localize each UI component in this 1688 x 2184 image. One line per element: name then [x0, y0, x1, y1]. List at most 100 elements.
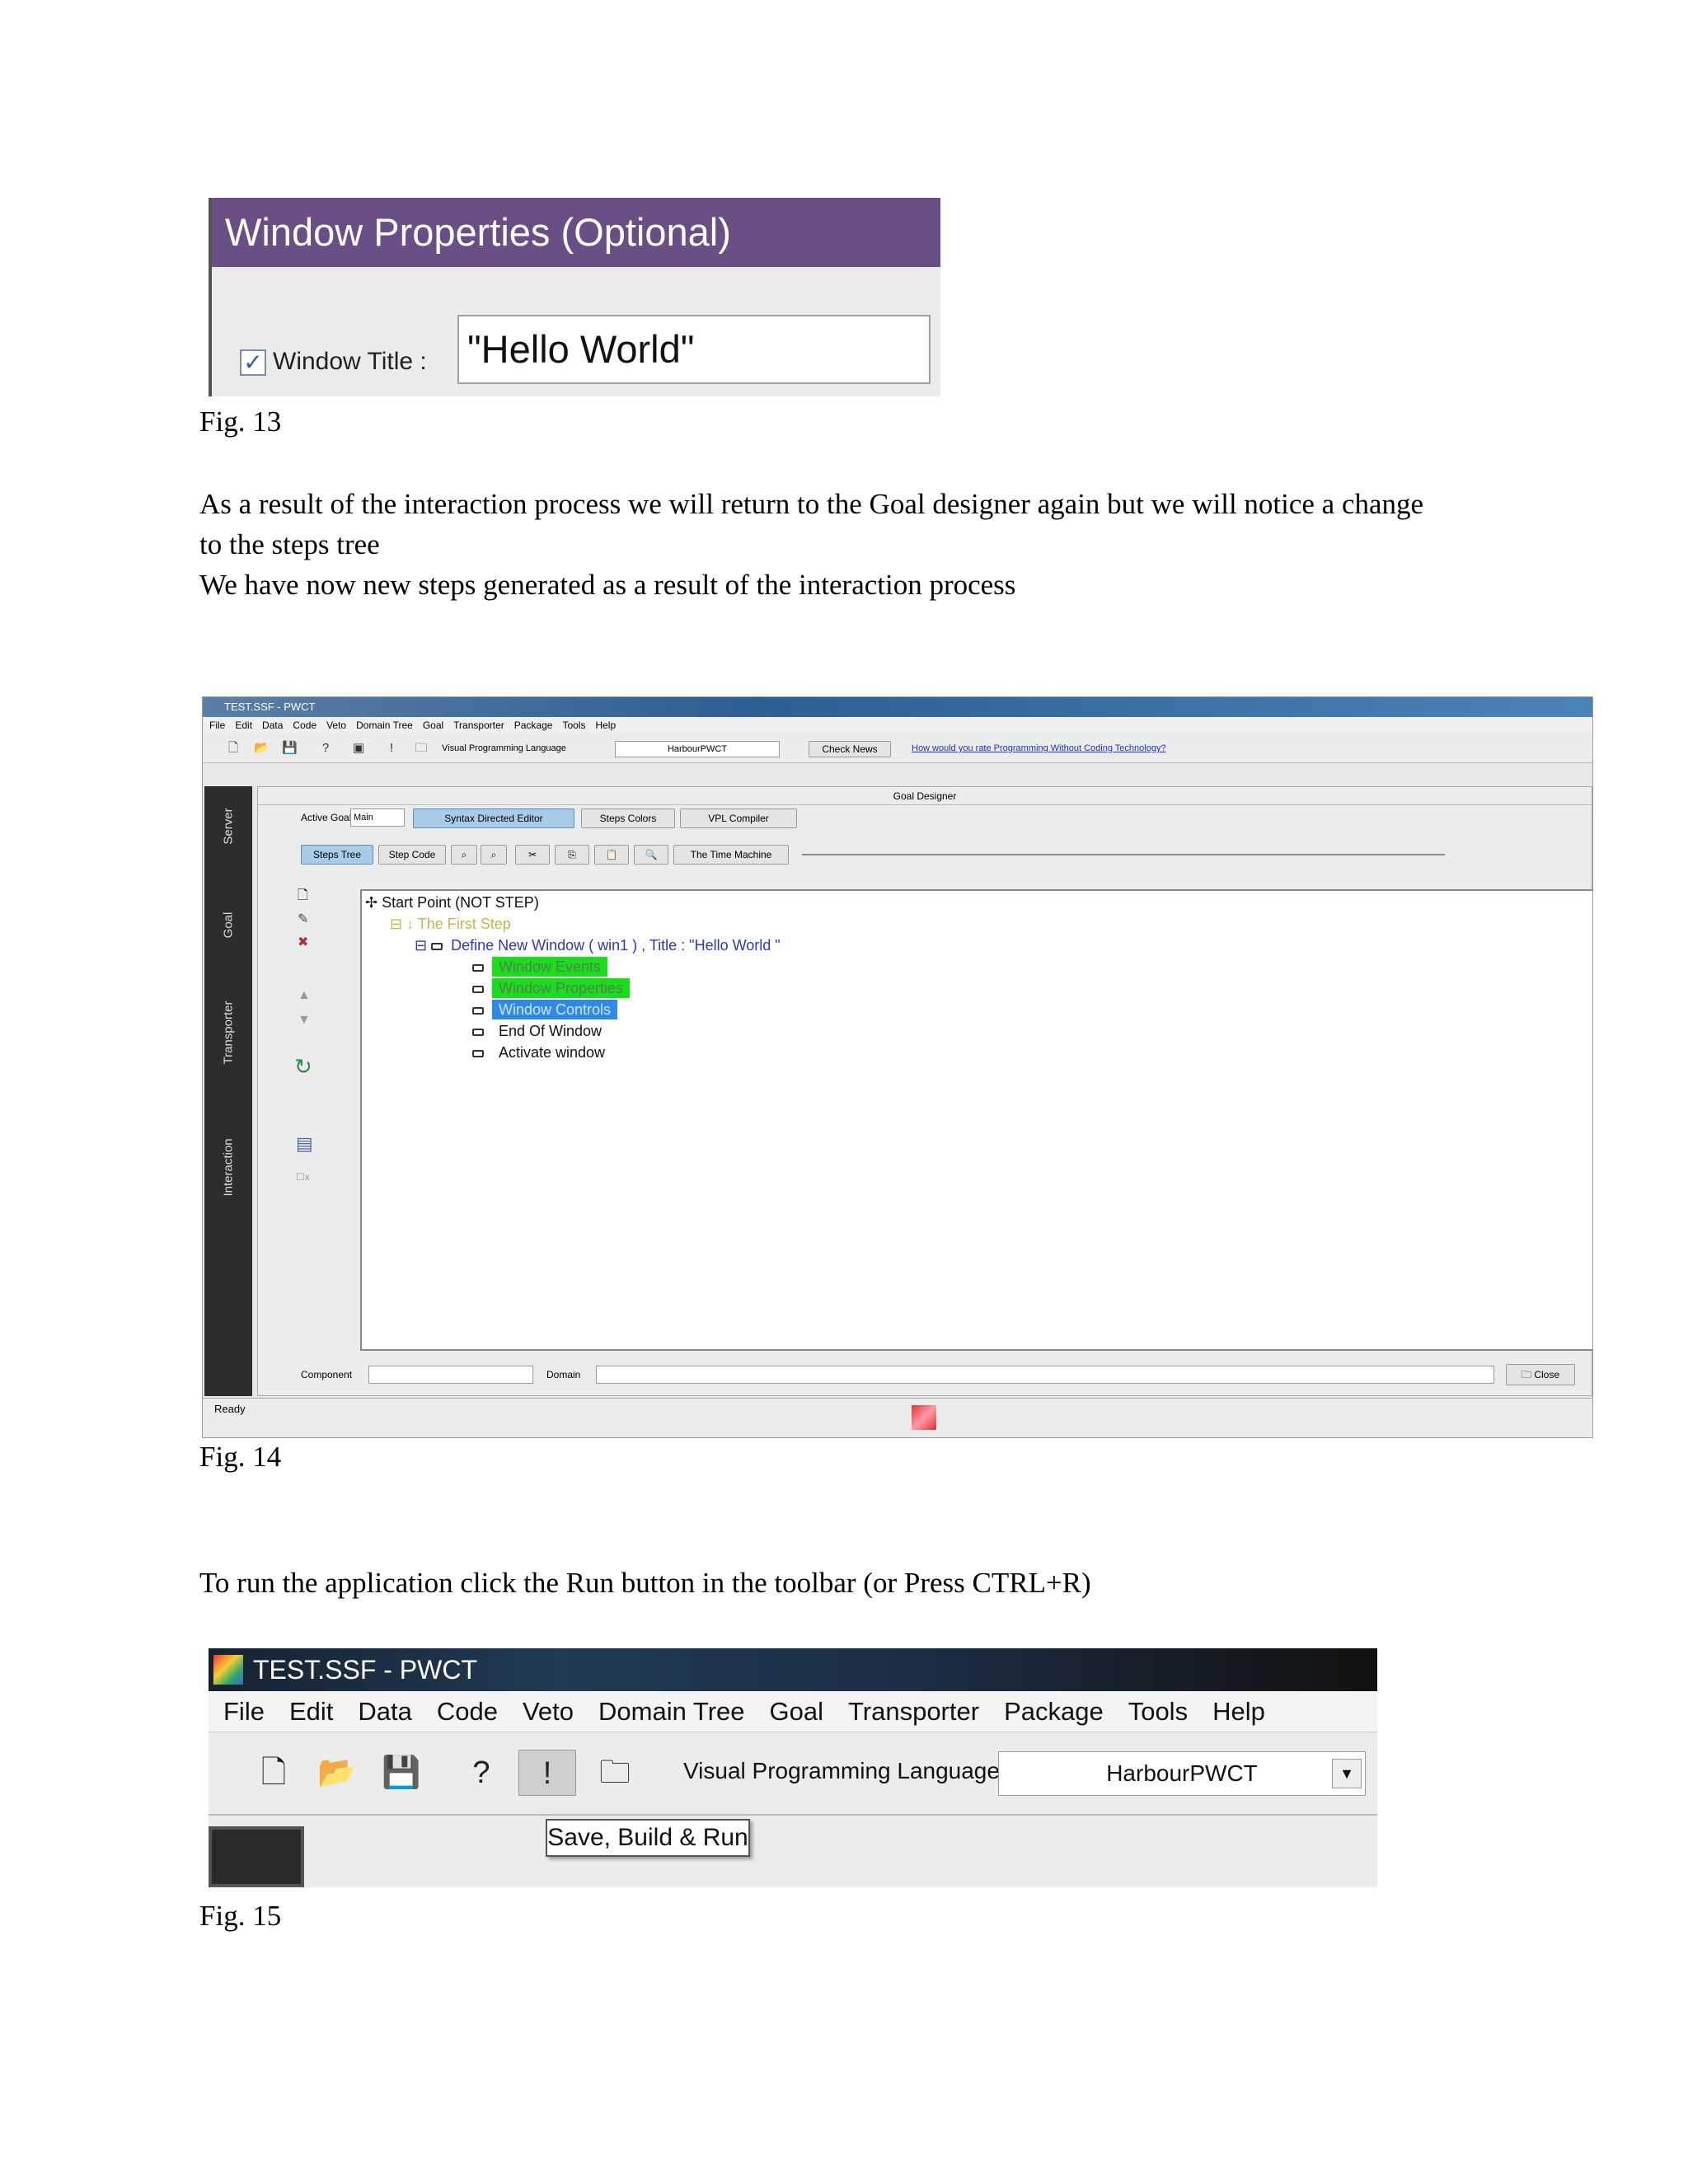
window-title: TEST.SSF - PWCT — [253, 1655, 477, 1685]
panel-header: Window Properties (Optional) — [212, 198, 940, 267]
new-step-icon[interactable]: 🗋 — [298, 886, 308, 908]
open-folder-icon[interactable]: 📂 — [317, 1750, 356, 1796]
menu-help[interactable]: Help — [595, 719, 616, 731]
domain-field[interactable] — [596, 1366, 1494, 1384]
tree-first-step[interactable]: ⊟ ↓ The First Step — [390, 916, 511, 933]
chevron-down-icon[interactable]: ▼ — [1332, 1759, 1362, 1788]
window-title-input[interactable]: "Hello World" — [457, 315, 931, 384]
window-title-checkbox[interactable]: ✓ — [240, 349, 266, 376]
side-tab-interaction[interactable]: Interaction — [222, 1138, 236, 1196]
window-titlebar: TEST.SSF - PWCT — [209, 1648, 1377, 1691]
status-bar: Ready — [203, 1398, 1592, 1437]
folder-icon[interactable]: 🗀 — [596, 1750, 634, 1796]
tree-end-of-window[interactable]: End Of Window — [472, 1023, 602, 1040]
menu-goal[interactable]: Goal — [423, 719, 443, 731]
component-field[interactable] — [368, 1366, 533, 1384]
step-tools-column: 🗋 ✎ ✖ ▲ ▼ ↻ ▤ ☐x — [294, 886, 316, 1216]
menu-edit[interactable]: Edit — [289, 1697, 333, 1726]
window-properties-panel: Window Properties (Optional) ✓ Window Ti… — [209, 198, 940, 396]
menu-bar: File Edit Data Code Veto Domain Tree Goal Trans… — [203, 717, 1592, 733]
side-tab-bar: Server Goal Transporter Interaction — [204, 786, 252, 1396]
refresh-icon[interactable]: ↻ — [294, 1054, 312, 1080]
menu-tools[interactable]: Tools — [1128, 1697, 1188, 1726]
steps-tree: ✢ Start Point (NOT STEP) ⊟ ↓ The First S… — [360, 889, 1592, 1351]
syntax-editor-button[interactable]: Syntax Directed Editor — [413, 808, 574, 828]
menu-domain-tree[interactable]: Domain Tree — [598, 1697, 744, 1726]
run-icon[interactable]: ! — [518, 1750, 576, 1796]
save-icon[interactable]: 💾 — [282, 740, 298, 757]
tree-start-point[interactable]: ✢ Start Point (NOT STEP) — [365, 894, 539, 912]
run-tooltip: Save, Build & Run — [546, 1819, 750, 1857]
help-icon[interactable]: ? — [462, 1750, 500, 1796]
fig14-caption: Fig. 14 — [199, 1441, 282, 1473]
menu-help[interactable]: Help — [1212, 1697, 1265, 1726]
paragraph-3: To run the application click the Run but… — [199, 1567, 1091, 1599]
menu-data[interactable]: Data — [358, 1697, 411, 1726]
vpl-label: Visual Programming Language — [442, 743, 566, 753]
clear-icon[interactable]: ☐x — [296, 1171, 310, 1183]
tree-window-events[interactable]: Window Events — [472, 957, 608, 977]
menu-transporter[interactable]: Transporter — [453, 719, 504, 731]
menu-file[interactable]: File — [209, 719, 225, 731]
step-code-button[interactable]: Step Code — [378, 845, 446, 865]
side-tab-goal[interactable]: Goal — [222, 902, 236, 949]
menu-veto[interactable]: Veto — [523, 1697, 574, 1726]
time-slider[interactable] — [802, 854, 1445, 855]
paste-icon[interactable]: 📋 — [594, 845, 629, 865]
window-icon[interactable]: ▤ — [296, 1133, 313, 1155]
tree-activate-window[interactable]: Activate window — [472, 1044, 605, 1062]
delete-step-icon[interactable]: ✖ — [298, 934, 308, 950]
zoom-out-icon[interactable]: ⌕ — [481, 845, 507, 865]
menu-code[interactable]: Code — [437, 1697, 498, 1726]
image-icon[interactable]: ▣ — [351, 740, 366, 757]
find-icon[interactable]: 🔍 — [634, 845, 668, 865]
run-icon[interactable]: ! — [384, 740, 399, 757]
new-file-icon[interactable]: 🗋 — [255, 1750, 293, 1796]
time-machine-button[interactable]: The Time Machine — [673, 845, 789, 865]
vpl-select[interactable]: HarbourPWCT ▼ — [998, 1751, 1366, 1796]
menu-transporter[interactable]: Transporter — [848, 1697, 979, 1726]
close-button[interactable]: 🗀 Close — [1506, 1364, 1575, 1385]
steps-tree-button[interactable]: Steps Tree — [301, 845, 373, 865]
tree-window-controls[interactable]: Window Controls — [472, 1000, 618, 1019]
active-goal-select[interactable]: Main — [350, 808, 405, 827]
menu-package[interactable]: Package — [514, 719, 553, 731]
copy-icon[interactable]: ⎘ — [555, 845, 589, 865]
menu-code[interactable]: Code — [293, 719, 316, 731]
help-icon[interactable]: ? — [318, 740, 333, 757]
check-news-button[interactable]: Check News — [809, 741, 891, 757]
save-icon[interactable]: 💾 — [382, 1750, 420, 1796]
tree-define-window[interactable]: ⊟ Define New Window ( win1 ) , Title : "… — [415, 937, 781, 954]
menu-data[interactable]: Data — [262, 719, 283, 731]
side-tab-server[interactable]: Server — [222, 803, 236, 851]
paragraph-2: We have now new steps generated as a res… — [199, 569, 1016, 601]
rate-link[interactable]: How would you rate Programming Without C… — [912, 733, 1166, 763]
steps-colors-button[interactable]: Steps Colors — [581, 808, 675, 828]
vpl-select[interactable]: HarbourPWCT — [615, 741, 780, 757]
menu-file[interactable]: File — [223, 1697, 265, 1726]
new-file-icon[interactable]: 🗋 — [226, 740, 241, 757]
folder-icon[interactable]: 🗀 — [414, 740, 429, 757]
menu-veto[interactable]: Veto — [326, 719, 346, 731]
vpl-compiler-button[interactable]: VPL Compiler — [680, 808, 797, 828]
side-tab-transporter[interactable]: Transporter — [222, 1001, 236, 1065]
app-logo-icon — [213, 1655, 243, 1685]
move-down-icon[interactable]: ▼ — [298, 1013, 311, 1028]
menu-goal[interactable]: Goal — [770, 1697, 823, 1726]
panel-title: Goal Designer — [258, 787, 1592, 805]
menu-edit[interactable]: Edit — [235, 719, 252, 731]
menu-domain-tree[interactable]: Domain Tree — [356, 719, 413, 731]
open-folder-icon[interactable]: 📂 — [254, 740, 270, 757]
zoom-in-icon[interactable]: ⌕ — [451, 845, 477, 865]
menu-tools[interactable]: Tools — [562, 719, 585, 731]
window-titlebar: TEST.SSF - PWCT — [203, 697, 1592, 717]
tree-window-properties[interactable]: Window Properties — [472, 978, 631, 998]
paragraph-1-line-1: As a result of the interaction process w… — [199, 488, 1424, 520]
status-text: Ready — [214, 1403, 246, 1415]
menu-package[interactable]: Package — [1004, 1697, 1104, 1726]
vpl-label: Visual Programming Language — [683, 1758, 1000, 1783]
pwct-toolbar-window: TEST.SSF - PWCT File Edit Data Code Veto Doma… — [209, 1648, 1377, 1887]
edit-step-icon[interactable]: ✎ — [298, 911, 308, 927]
cut-icon[interactable]: ✂ — [515, 845, 550, 865]
move-up-icon[interactable]: ▲ — [298, 988, 311, 1003]
